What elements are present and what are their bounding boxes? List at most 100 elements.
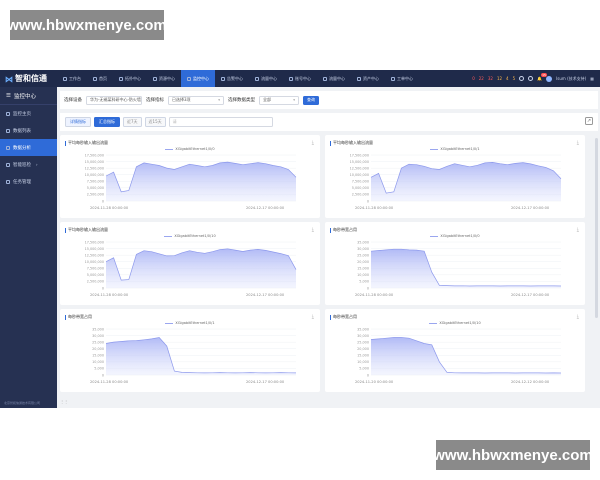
desktop-icon [63,76,67,81]
export-icon[interactable]: ↗ [585,117,593,125]
avatar[interactable] [546,75,553,82]
fullscreen-icon[interactable] [528,76,534,81]
type-select-value: 全部 [263,97,271,102]
tab-detail-metrics[interactable]: 详情指标 [65,117,91,127]
list-icon [6,128,10,133]
watermark-top: www.hbwxmenye.com [7,10,167,40]
nav-item-label: 资源中心 [159,75,175,81]
nav-item-7[interactable]: 账号中心 [283,70,317,87]
alarm-count-major[interactable]: 22 [479,76,484,81]
y-tick-label: 25,000 [357,253,369,257]
alarm-count-minor[interactable]: 32 [488,76,493,81]
search-icon[interactable] [519,76,525,81]
y-tick-label: 5,000 [94,367,104,371]
nav-item-label: 工作台 [69,75,81,81]
alarm-count-info[interactable]: 4 [506,76,509,81]
y-tick-label: 25,000 [92,340,104,344]
series-area [371,337,561,375]
x-tick-label: 2024-11-28 00:00:00 [355,206,394,210]
series-area [106,248,296,288]
sidebar-item-label: 智能巡检 [13,162,31,168]
tab-summary-metrics[interactable]: 汇总指标 [94,117,120,127]
topology-icon [119,76,123,81]
metric-select-value: 已选择3项 [172,97,191,102]
app-logo[interactable]: ⋈ 智和信通 [0,73,57,84]
chart-card-1: 平均每秒输入输出流量 XGigabitEthernet1/0/1 ⤓ 17,500,0… [325,135,585,218]
y-tick-label: 12,500,000 [350,166,369,170]
nav-item-1[interactable]: 首页 [87,70,113,87]
y-tick-label: 15,000 [357,354,369,358]
nav-item-9[interactable]: 资产中心 [351,70,385,87]
home-icon [93,76,97,81]
sidebar-item-3[interactable]: 智能巡检 › [0,156,57,173]
chevron-down-icon: ▾ [218,98,220,102]
ticket-icon [391,76,395,81]
device-select[interactable]: 华为-无锡某科研中心-防火墙▾ [86,95,142,105]
sidebar-item-label: 任务管理 [13,179,31,185]
query-button[interactable]: 查询 [303,95,319,105]
logo-mark-icon: ⋈ [5,73,13,84]
range-15-days[interactable]: 近15天 [144,117,166,127]
x-tick-label: 2024-11-28 00:00:00 [90,206,129,210]
alarm-count-other[interactable]: 5 [513,76,516,81]
type-select[interactable]: 全部 ▾ [259,95,299,105]
chevron-right-icon: › [36,162,38,167]
nav-item-label: 监控中心 [193,75,209,81]
y-tick-label: 5,000,000 [352,186,369,190]
top-right-tools: 0 22 32 12 4 5 🔔 15 Isum (技术支持) ▦ [472,70,594,87]
sidebar-item-4[interactable]: 任务管理 [0,173,57,190]
y-tick-label: 0 [102,199,104,203]
nav-item-0[interactable]: 工作台 [57,70,87,87]
nav-item-label: 流量中心 [261,75,277,81]
charts-grid: 平均每秒输入输出流量 XGigabitEthernet1/0/0 ⤓ 17,500,0… [60,135,590,408]
nav-menu: 工作台 首页 拓扑中心 资源中心 监控中心 告警中心 流量中心 账号中心 流量中心 资产中心 工单中… [57,70,419,87]
y-tick-label: 7,500,000 [352,180,369,184]
nav-item-2[interactable]: 拓扑中心 [113,70,147,87]
user-name[interactable]: Isum (技术支持) [556,76,586,82]
y-tick-label: 0 [102,286,104,290]
menu-icon[interactable]: ☰ [6,93,11,99]
resource-icon [153,76,157,81]
y-tick-label: 10,000,000 [350,173,369,177]
nav-item-8[interactable]: 流量中心 [317,70,351,87]
nav-item-3[interactable]: 资源中心 [147,70,181,87]
y-tick-label: 15,000,000 [85,247,104,251]
nav-item-5[interactable]: 告警中心 [215,70,249,87]
y-tick-label: 0 [102,373,104,377]
collapse-icon[interactable]: ⋮⋮ [60,399,68,404]
bell-icon[interactable]: 🔔 15 [537,73,547,81]
area-chart: 17,500,000 15,000,000 12,500,000 10,000,000… [85,153,297,210]
apps-grid-icon[interactable]: ▦ [590,76,594,81]
x-tick-label: 2024-11-28 00:00:00 [355,293,394,297]
watermark-bottom: www.hbwxmenye.com [433,440,593,470]
home-icon [6,111,10,116]
metric-select[interactable]: 已选择3项 ▾ [168,95,224,105]
sidebar-item-label: 监控主页 [13,111,31,117]
scrollbar[interactable] [595,138,598,318]
alarm-count-warning[interactable]: 12 [497,76,502,81]
nav-item-4[interactable]: 监控中心 [181,70,215,87]
chart-card-5: 每秒带宽占用 XGigabitEthernet1/0/10 ⤓ 35,000 30,00… [325,309,585,392]
sidebar-item-2[interactable]: 数据分析 [0,139,57,156]
nav-item-10[interactable]: 工单中心 [385,70,419,87]
area-chart: 17,500,000 15,000,000 12,500,000 10,000,000… [350,153,562,210]
y-tick-label: 30,000 [357,334,369,338]
nav-item-label: 告警中心 [227,75,243,81]
y-tick-label: 20,000 [357,347,369,351]
tabs-row: 详情指标 汇总指标 近7天 近15天 请 ↗ [60,113,598,131]
sidebar-item-1[interactable]: 数据列表 [0,122,57,139]
y-tick-label: 20,000 [357,260,369,264]
sidebar-title: 监控中心 [13,93,36,100]
nav-item-6[interactable]: 流量中心 [249,70,283,87]
sidebar-item-0[interactable]: 监控主页 [0,105,57,122]
logo-text: 智和信通 [15,73,47,83]
area-chart: 35,000 30,000 25,000 20,000 15,000 10,000 5,00… [90,327,297,384]
range-7-days[interactable]: 近7天 [123,117,142,127]
alarm-count-critical[interactable]: 0 [472,76,475,81]
search-input[interactable]: 请 [168,117,273,127]
y-tick-label: 10,000 [357,360,369,364]
chevron-down-icon: ▾ [293,98,295,102]
y-tick-label: 12,500,000 [85,166,104,170]
x-tick-label: 2024-12-17 00:00:00 [246,293,285,297]
top-nav-bar: ⋈ 智和信通 工作台 首页 拓扑中心 资源中心 监控中心 告警中心 流量中心 账号中心 流量中心 资… [0,70,600,87]
